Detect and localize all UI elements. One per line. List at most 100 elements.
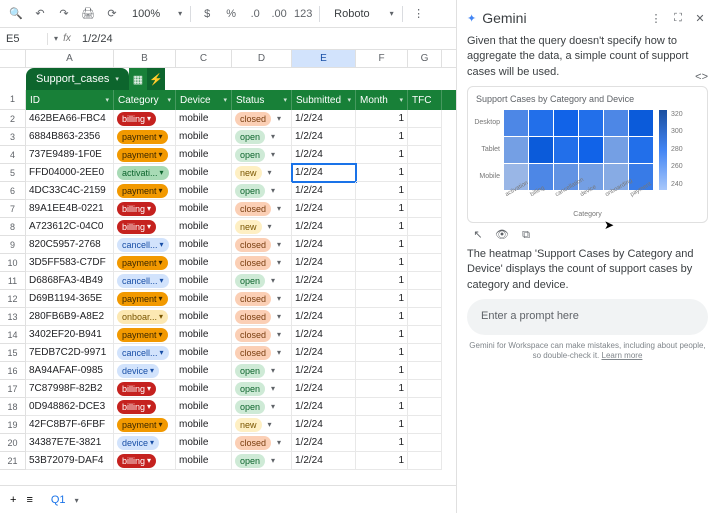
cell-tfc[interactable] bbox=[408, 434, 442, 452]
cell-id[interactable]: D69B1194-365E bbox=[26, 290, 114, 308]
cell-device[interactable]: mobile bbox=[176, 254, 232, 272]
header-id[interactable]: ID▾ bbox=[26, 90, 114, 110]
cell-tfc[interactable] bbox=[408, 380, 442, 398]
cell-tfc[interactable] bbox=[408, 326, 442, 344]
cell-device[interactable]: mobile bbox=[176, 416, 232, 434]
cell-status[interactable]: closed▾ bbox=[232, 344, 292, 362]
cell-category[interactable]: cancell...▾ bbox=[114, 272, 176, 290]
cell-tfc[interactable] bbox=[408, 398, 442, 416]
cell-submitted[interactable]: 1/2/24 bbox=[292, 110, 356, 128]
cell-category[interactable]: payment▾ bbox=[114, 416, 176, 434]
font-select[interactable]: Roboto bbox=[328, 8, 375, 20]
cell-status[interactable]: open▾ bbox=[232, 272, 292, 290]
row-header[interactable]: 2 bbox=[0, 110, 26, 128]
cell-id[interactable]: 89A1EE4B-0221 bbox=[26, 200, 114, 218]
col-a[interactable]: A bbox=[26, 50, 114, 67]
cell-month[interactable]: 1 bbox=[356, 452, 408, 470]
formula-value[interactable]: 1/2/24 bbox=[76, 33, 119, 45]
cell-status[interactable]: closed▾ bbox=[232, 326, 292, 344]
cell-id[interactable]: 737E9489-1F0E bbox=[26, 146, 114, 164]
row-header-1[interactable]: 1 bbox=[0, 90, 26, 110]
more-icon[interactable]: ⋮ bbox=[411, 6, 427, 22]
cell-submitted[interactable]: 1/2/24 bbox=[292, 182, 356, 200]
sheet-tab-q1[interactable]: Q1 ▾ bbox=[43, 492, 87, 508]
zoom-dropdown-icon[interactable]: ▾ bbox=[172, 9, 182, 18]
increase-decimal-icon[interactable]: .00 bbox=[271, 6, 287, 22]
cell-status[interactable]: open▾ bbox=[232, 452, 292, 470]
cell-submitted[interactable]: 1/2/24 bbox=[292, 308, 356, 326]
cell-id[interactable]: 462BEA66-FBC4 bbox=[26, 110, 114, 128]
header-category[interactable]: Category▾ bbox=[114, 90, 176, 110]
panel-expand-icon[interactable]: ⛶ bbox=[670, 10, 686, 26]
print-icon[interactable]: 🖨 bbox=[80, 6, 96, 22]
cell-device[interactable]: mobile bbox=[176, 182, 232, 200]
undo-icon[interactable]: ↶ bbox=[32, 6, 48, 22]
cell-id[interactable]: 34387E7E-3821 bbox=[26, 434, 114, 452]
cell-status[interactable]: open▾ bbox=[232, 380, 292, 398]
cell-device[interactable]: mobile bbox=[176, 272, 232, 290]
cell-status[interactable]: closed▾ bbox=[232, 200, 292, 218]
font-dropdown-icon[interactable]: ▾ bbox=[384, 9, 394, 18]
cell-id[interactable]: 6884B863-2356 bbox=[26, 128, 114, 146]
cell-device[interactable]: mobile bbox=[176, 164, 232, 182]
cell-month[interactable]: 1 bbox=[356, 218, 408, 236]
cell-tfc[interactable] bbox=[408, 146, 442, 164]
cell-status[interactable]: closed▾ bbox=[232, 254, 292, 272]
cell-tfc[interactable] bbox=[408, 218, 442, 236]
col-g[interactable]: G bbox=[408, 50, 442, 67]
namebox-dropdown-icon[interactable]: ▾ bbox=[48, 34, 58, 43]
cell-category[interactable]: payment▾ bbox=[114, 182, 176, 200]
cell-month[interactable]: 1 bbox=[356, 236, 408, 254]
cell-status[interactable]: new▾ bbox=[232, 218, 292, 236]
cell-category[interactable]: onboar...▾ bbox=[114, 308, 176, 326]
cell-category[interactable]: billing▾ bbox=[114, 110, 176, 128]
row-header[interactable]: 5 bbox=[0, 164, 26, 182]
learn-more-link[interactable]: Learn more bbox=[602, 351, 643, 360]
cell-submitted[interactable]: 1/2/24 bbox=[292, 362, 356, 380]
row-header[interactable]: 21 bbox=[0, 452, 26, 470]
cell-status[interactable]: closed▾ bbox=[232, 110, 292, 128]
cell-id[interactable]: 3402EF20-B941 bbox=[26, 326, 114, 344]
cell-month[interactable]: 1 bbox=[356, 290, 408, 308]
all-sheets-icon[interactable]: ≡ bbox=[26, 494, 32, 506]
cell-id[interactable]: 7EDB7C2D-9971 bbox=[26, 344, 114, 362]
preview-icon[interactable]: 👁 bbox=[495, 229, 509, 243]
cell-id[interactable]: A723612C-04C0 bbox=[26, 218, 114, 236]
cell-submitted[interactable]: 1/2/24 bbox=[292, 452, 356, 470]
cell-id[interactable]: 42FC8B7F-6FBF bbox=[26, 416, 114, 434]
cell-id[interactable]: 280FB6B9-A8E2 bbox=[26, 308, 114, 326]
cell-month[interactable]: 1 bbox=[356, 128, 408, 146]
cell-id[interactable]: 4DC33C4C-2159 bbox=[26, 182, 114, 200]
row-header[interactable]: 9 bbox=[0, 236, 26, 254]
cell-status[interactable]: closed▾ bbox=[232, 236, 292, 254]
row-header[interactable]: 19 bbox=[0, 416, 26, 434]
cell-device[interactable]: mobile bbox=[176, 380, 232, 398]
cell-submitted[interactable]: 1/2/24 bbox=[292, 128, 356, 146]
row-header[interactable]: 6 bbox=[0, 182, 26, 200]
cell-submitted[interactable]: 1/2/24 bbox=[292, 398, 356, 416]
cell-id[interactable]: 8A94AFAF-0985 bbox=[26, 362, 114, 380]
cell-submitted[interactable]: 1/2/24 bbox=[292, 218, 356, 236]
cell-month[interactable]: 1 bbox=[356, 146, 408, 164]
cell-category[interactable]: payment▾ bbox=[114, 146, 176, 164]
cell-month[interactable]: 1 bbox=[356, 434, 408, 452]
cell-month[interactable]: 1 bbox=[356, 272, 408, 290]
cell-month[interactable]: 1 bbox=[356, 380, 408, 398]
copy-icon[interactable]: ⧉ bbox=[519, 229, 533, 243]
cell-tfc[interactable] bbox=[408, 362, 442, 380]
percent-icon[interactable]: % bbox=[223, 6, 239, 22]
cell-month[interactable]: 1 bbox=[356, 308, 408, 326]
cell-status[interactable]: closed▾ bbox=[232, 434, 292, 452]
cell-submitted[interactable]: 1/2/24 bbox=[292, 164, 356, 182]
row-header[interactable]: 15 bbox=[0, 344, 26, 362]
row-header[interactable]: 16 bbox=[0, 362, 26, 380]
cell-tfc[interactable] bbox=[408, 200, 442, 218]
header-device[interactable]: Device▾ bbox=[176, 90, 232, 110]
format-123-icon[interactable]: 123 bbox=[295, 6, 311, 22]
cell-status[interactable]: closed▾ bbox=[232, 308, 292, 326]
header-submitted[interactable]: Submitted▾ bbox=[292, 90, 356, 110]
table-chip[interactable]: Support_cases ▾ bbox=[26, 68, 129, 90]
cell-month[interactable]: 1 bbox=[356, 362, 408, 380]
cell-category[interactable]: billing▾ bbox=[114, 398, 176, 416]
header-month[interactable]: Month▾ bbox=[356, 90, 408, 110]
